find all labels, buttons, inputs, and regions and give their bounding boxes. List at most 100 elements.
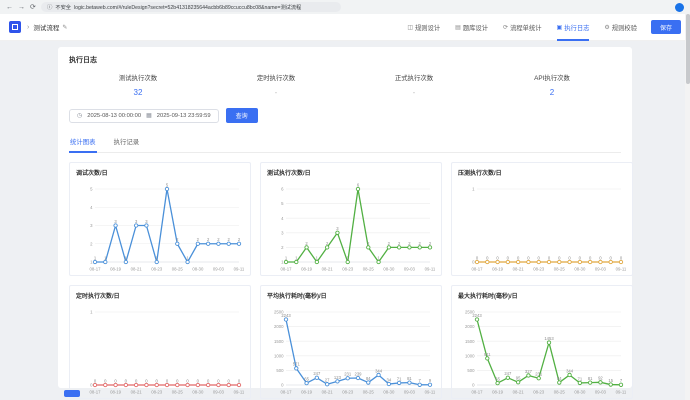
metric-value[interactable]: 32 xyxy=(69,88,207,97)
grid-icon: ◫ xyxy=(407,24,413,31)
svg-text:1: 1 xyxy=(90,309,93,314)
svg-text:65: 65 xyxy=(495,376,500,381)
svg-text:08-17: 08-17 xyxy=(90,266,102,271)
line-chart-svg: 0108-1708-1908-2108-2308-2508-3009-0309-… xyxy=(458,178,626,273)
svg-text:0: 0 xyxy=(228,378,231,383)
svg-text:2: 2 xyxy=(207,237,210,242)
svg-text:571: 571 xyxy=(293,361,301,366)
svg-text:08-19: 08-19 xyxy=(301,389,313,394)
save-button[interactable]: 保存 xyxy=(651,20,681,34)
svg-text:08-19: 08-19 xyxy=(492,389,504,394)
svg-text:08-21: 08-21 xyxy=(131,389,143,394)
date-range-picker[interactable]: ◷ 2025-08-13 00:00:00 ▦ 2025-09-13 23:59… xyxy=(69,109,219,123)
svg-text:0: 0 xyxy=(156,378,159,383)
date-start[interactable]: 2025-08-13 00:00:00 xyxy=(87,113,141,119)
svg-text:1500: 1500 xyxy=(465,338,475,343)
metric-scheduled-executions: 定时执行次数 - xyxy=(207,73,345,97)
svg-text:08-23: 08-23 xyxy=(533,389,545,394)
app-header: › 测试流程 ✎ ◫ 规则设计 ▤ 题库设计 ⟳ 流程单统计 ▣ 执行日志 ⚙ … xyxy=(0,14,690,41)
chart-max-duration: 最大执行耗时(毫秒)/日 0500100015002000250008-1708… xyxy=(451,285,633,399)
metric-test-executions: 测试执行次数 32 xyxy=(69,73,207,97)
svg-text:3: 3 xyxy=(114,218,117,223)
line-chart[interactable]: 12345608-1708-1908-2108-2308-2508-3009-0… xyxy=(267,178,435,273)
browser-avatar[interactable] xyxy=(675,3,684,12)
date-end[interactable]: 2025-09-13 23:59:59 xyxy=(157,113,211,119)
svg-text:6: 6 xyxy=(357,182,360,187)
metric-label: API执行次数 xyxy=(483,73,621,82)
line-chart[interactable]: 0108-1708-1908-2108-2308-2508-3009-0309-… xyxy=(458,178,626,273)
line-chart[interactable]: 1234508-1708-1908-2108-2308-2508-3009-03… xyxy=(76,178,244,273)
query-button[interactable]: 查询 xyxy=(226,108,258,123)
svg-text:08-25: 08-25 xyxy=(554,389,566,394)
svg-text:0: 0 xyxy=(610,255,613,260)
svg-text:2: 2 xyxy=(419,240,422,245)
nav-item-question-design[interactable]: ▤ 题库设计 xyxy=(455,14,488,41)
svg-text:1453: 1453 xyxy=(544,335,554,340)
url-bar[interactable]: ⓘ 不安全 logic.betaweb.com/#/ruleDesign?sec… xyxy=(41,2,341,12)
tab-statistics-charts[interactable]: 统计图表 xyxy=(69,133,97,153)
svg-text:3: 3 xyxy=(145,218,148,223)
svg-text:2: 2 xyxy=(228,237,231,242)
svg-text:08-19: 08-19 xyxy=(110,266,122,271)
site-info-icon[interactable]: ⓘ xyxy=(47,3,53,11)
svg-text:0: 0 xyxy=(104,378,107,383)
svg-text:2: 2 xyxy=(408,240,411,245)
svg-text:95: 95 xyxy=(516,375,521,380)
svg-text:0: 0 xyxy=(186,378,189,383)
chart-title: 调试次数/日 xyxy=(76,168,244,177)
app-logo[interactable] xyxy=(9,21,21,33)
nav-item-flow-stats[interactable]: ⟳ 流程单统计 xyxy=(503,14,542,41)
nav-item-execution-log[interactable]: ▣ 执行日志 xyxy=(557,14,590,41)
svg-text:09-03: 09-03 xyxy=(595,266,607,271)
svg-text:08-30: 08-30 xyxy=(574,389,586,394)
svg-text:3: 3 xyxy=(281,230,284,235)
line-chart[interactable]: 0500100015002000250008-1708-1908-2108-23… xyxy=(267,301,435,396)
svg-text:2243: 2243 xyxy=(281,312,291,317)
svg-text:09-03: 09-03 xyxy=(404,389,416,394)
nav-item-rule-design[interactable]: ◫ 规则设计 xyxy=(407,14,440,41)
metric-label: 定时执行次数 xyxy=(207,73,345,82)
metric-value[interactable]: 2 xyxy=(483,88,621,97)
svg-text:911: 911 xyxy=(484,351,491,356)
scrollbar-thumb[interactable] xyxy=(686,14,690,84)
svg-text:08-21: 08-21 xyxy=(513,389,525,394)
svg-text:3: 3 xyxy=(336,226,339,231)
nav-item-rule-check[interactable]: ⚙ 规则校验 xyxy=(604,14,637,41)
svg-text:2: 2 xyxy=(388,240,391,245)
floating-action-button[interactable] xyxy=(64,390,80,397)
svg-text:9: 9 xyxy=(429,378,432,383)
svg-text:08-17: 08-17 xyxy=(90,389,102,394)
metrics-row: 测试执行次数 32 定时执行次数 - 正式执行次数 - API执行次数 2 xyxy=(69,73,621,97)
svg-text:08-17: 08-17 xyxy=(472,389,484,394)
line-chart[interactable]: 0108-1708-1908-2108-2308-2508-3009-0309-… xyxy=(76,301,244,396)
svg-text:2: 2 xyxy=(238,237,241,242)
svg-text:0: 0 xyxy=(527,255,530,260)
svg-text:3: 3 xyxy=(135,218,138,223)
svg-text:09-03: 09-03 xyxy=(213,266,225,271)
svg-text:4: 4 xyxy=(281,215,284,220)
svg-text:2: 2 xyxy=(197,237,200,242)
svg-text:08-25: 08-25 xyxy=(363,389,375,394)
svg-text:1000: 1000 xyxy=(274,353,284,358)
svg-text:2: 2 xyxy=(90,241,93,246)
breadcrumb[interactable]: 测试流程 xyxy=(33,22,59,32)
url-text: logic.betaweb.com/#/ruleDesign?secret=52… xyxy=(74,4,301,11)
line-chart[interactable]: 0500100015002000250008-1708-1908-2108-23… xyxy=(458,301,626,396)
page-title: 执行日志 xyxy=(69,55,621,65)
page-scrollbar[interactable] xyxy=(685,14,690,400)
tab-execution-records[interactable]: 执行记录 xyxy=(113,133,141,153)
svg-text:08-19: 08-19 xyxy=(301,266,313,271)
svg-text:08-17: 08-17 xyxy=(281,266,293,271)
forward-icon[interactable]: → xyxy=(18,4,25,11)
back-icon[interactable]: ← xyxy=(6,4,13,11)
edit-icon[interactable]: ✎ xyxy=(62,24,67,31)
svg-text:65: 65 xyxy=(304,376,309,381)
reload-icon[interactable]: ⟳ xyxy=(30,4,36,11)
svg-text:08-30: 08-30 xyxy=(383,266,395,271)
svg-text:0: 0 xyxy=(620,255,623,260)
svg-text:0: 0 xyxy=(125,378,128,383)
svg-text:0: 0 xyxy=(114,378,117,383)
nav-item-label: 规则校验 xyxy=(612,23,637,32)
svg-text:09-11: 09-11 xyxy=(616,266,626,271)
svg-text:1000: 1000 xyxy=(465,353,475,358)
